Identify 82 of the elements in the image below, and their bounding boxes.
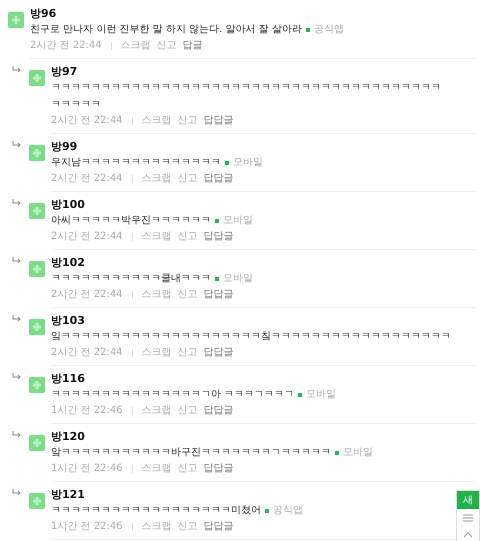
action-link[interactable]: 스크랩 [142, 113, 172, 128]
comment-time: 2시간 전 22:44 [51, 172, 123, 186]
comment-text: 친구로 만나자 이런 진부한 말 하지 않는다. 알아서 잘 살아라 [30, 23, 302, 37]
reply-arrow-icon [12, 373, 21, 380]
reply-arrow-icon [12, 257, 21, 264]
action-link[interactable]: 스크랩 [142, 345, 172, 360]
author-name: 방96 [30, 6, 56, 21]
action-link[interactable]: 신고 [178, 345, 198, 360]
avatar-icon [29, 493, 45, 509]
comment-time: 2시간 전 22:44 [51, 230, 123, 244]
avatar-icon [29, 319, 45, 335]
reply-link[interactable]: 답답글 [204, 287, 234, 302]
comment-time: 2시간 전 22:44 [30, 39, 102, 53]
comment-text: ㅋㅋㅋㅋㅋㅋㅋㅋㅋㅋㅋ쿨내ㅋㅋㅋ [51, 272, 211, 286]
action-link[interactable]: 스크랩 [142, 461, 172, 476]
action-link[interactable]: 스크랩 [142, 229, 172, 244]
source-label: 공식앱 [314, 23, 344, 37]
comment-time: 2시간 전 22:44 [51, 288, 123, 302]
avatar-icon [29, 435, 45, 451]
reply-arrow-icon [12, 66, 21, 73]
action-link[interactable]: 신고 [178, 461, 198, 476]
action-link[interactable]: 스크랩 [142, 519, 172, 534]
author-name: 방121 [51, 487, 85, 502]
action-link[interactable]: 신고 [178, 287, 198, 302]
comment-text: 우지남ㅋㅋㅋㅋㅋㅋㅋㅋㅋㅋㅋㅋㅋㅋ [51, 156, 221, 170]
action-link[interactable]: 신고 [178, 229, 198, 244]
source-label: 모바일 [306, 388, 336, 402]
reply-link[interactable]: 답답글 [204, 345, 234, 360]
reply-link[interactable]: 답답글 [204, 403, 234, 418]
reply-link[interactable]: 답글 [182, 38, 203, 53]
comment-time: 2시간 전 22:44 [51, 346, 123, 360]
avatar-icon [29, 377, 45, 393]
reply-arrow-icon [12, 141, 21, 148]
action-link[interactable]: 스크랩 [142, 403, 172, 418]
action-link[interactable]: 스크랩 [120, 38, 151, 53]
action-link[interactable]: 신고 [178, 113, 198, 128]
comment-text: ㅋㅋㅋㅋㅋ [51, 98, 101, 112]
source-label: 모바일 [223, 272, 253, 286]
avatar-icon [29, 203, 45, 219]
avatar-icon [29, 261, 45, 277]
source-label: 모바일 [343, 446, 373, 460]
comment-time: 1시간 전 22:46 [51, 520, 123, 534]
comment-time: 1시간 전 22:46 [51, 404, 123, 418]
author-name: 방100 [51, 197, 85, 212]
author-name: 방99 [51, 139, 78, 154]
comment-text: ㅋㅋㅋㅋㅋㅋㅋㅋㅋㅋㅋㅋㅋㅋㅋㄱ아 ㅋㅋㅋㄱㅋㅋㄱ [51, 388, 294, 402]
action-link[interactable]: 신고 [178, 171, 198, 186]
reply-link[interactable]: 답답글 [204, 461, 234, 476]
comment-time: 1시간 전 22:46 [51, 462, 123, 476]
comment-text: 앜ㅋㅋㅋㅋㅋㅋㅋㅋㅋㅋㅋ바구진ㅋㅋㅋㅋㅋㅋㅋㄱㅋㅋㅋㅋㅋ [51, 446, 331, 460]
comment-text: ㅋㅋㅋㅋㅋㅋㅋㅋㅋㅋㅋㅋㅋㅋㅋㅋㅋㅋㅋㅋㅋㅋㅋㅋㅋㅋㅋㅋㅋㅋㅋㅋㅋㅋㅋㅋㅋㅋㅋ [51, 81, 441, 95]
reply-link[interactable]: 답답글 [204, 229, 234, 244]
action-link[interactable]: 스크랩 [142, 287, 172, 302]
author-name: 방102 [51, 255, 85, 270]
action-link[interactable]: 신고 [178, 519, 198, 534]
avatar-icon [8, 12, 24, 28]
action-link[interactable]: 스크랩 [142, 171, 172, 186]
comment-text: 잌ㅋㅋㅋㅋㅋㅋㅋㅋㅋㅋㅋㅋㅋㅋㅋㅋㅋㅋㅋㅋ칰ㅋㅋㅋㅋㅋㅋㅋㅋㅋㅋㅋㅋㅋㅋㅋㅋㅋㅋ [51, 330, 451, 344]
new-button[interactable]: 새 [457, 491, 479, 509]
author-name: 방97 [51, 64, 78, 79]
reply-link[interactable]: 답답글 [204, 171, 234, 186]
source-label: 모바일 [223, 214, 253, 228]
reply-arrow-icon [12, 199, 21, 206]
reply-arrow-icon [12, 489, 21, 496]
reply-link[interactable]: 답답글 [204, 113, 234, 128]
comment-text: ㅋㅋㅋㅋㅋㅋㅋㅋㅋㅋㅋㅋㅋㅋㅋㅋㅋㅋ미쳤어 [51, 504, 261, 518]
reply-arrow-icon [12, 315, 21, 322]
source-label: 모바일 [233, 156, 263, 170]
author-name: 방103 [51, 313, 85, 328]
avatar-icon [29, 70, 45, 86]
action-link[interactable]: 신고 [178, 403, 198, 418]
chevron-up-icon[interactable] [463, 532, 473, 538]
action-link[interactable]: 신고 [156, 38, 177, 53]
avatar-icon [29, 145, 45, 161]
reply-arrow-icon [12, 431, 21, 438]
reply-link[interactable]: 답답글 [204, 519, 234, 534]
source-label: 공식앱 [273, 504, 303, 518]
menu-icon[interactable] [463, 514, 473, 522]
author-name: 방116 [51, 371, 85, 386]
comment-time: 2시간 전 22:44 [51, 114, 123, 128]
comment-text: 아씨ㅋㅋㅋㅋㅋ박우진ㅋㅋㅋㅋㅋㅋ [51, 214, 211, 228]
author-name: 방120 [51, 429, 85, 444]
